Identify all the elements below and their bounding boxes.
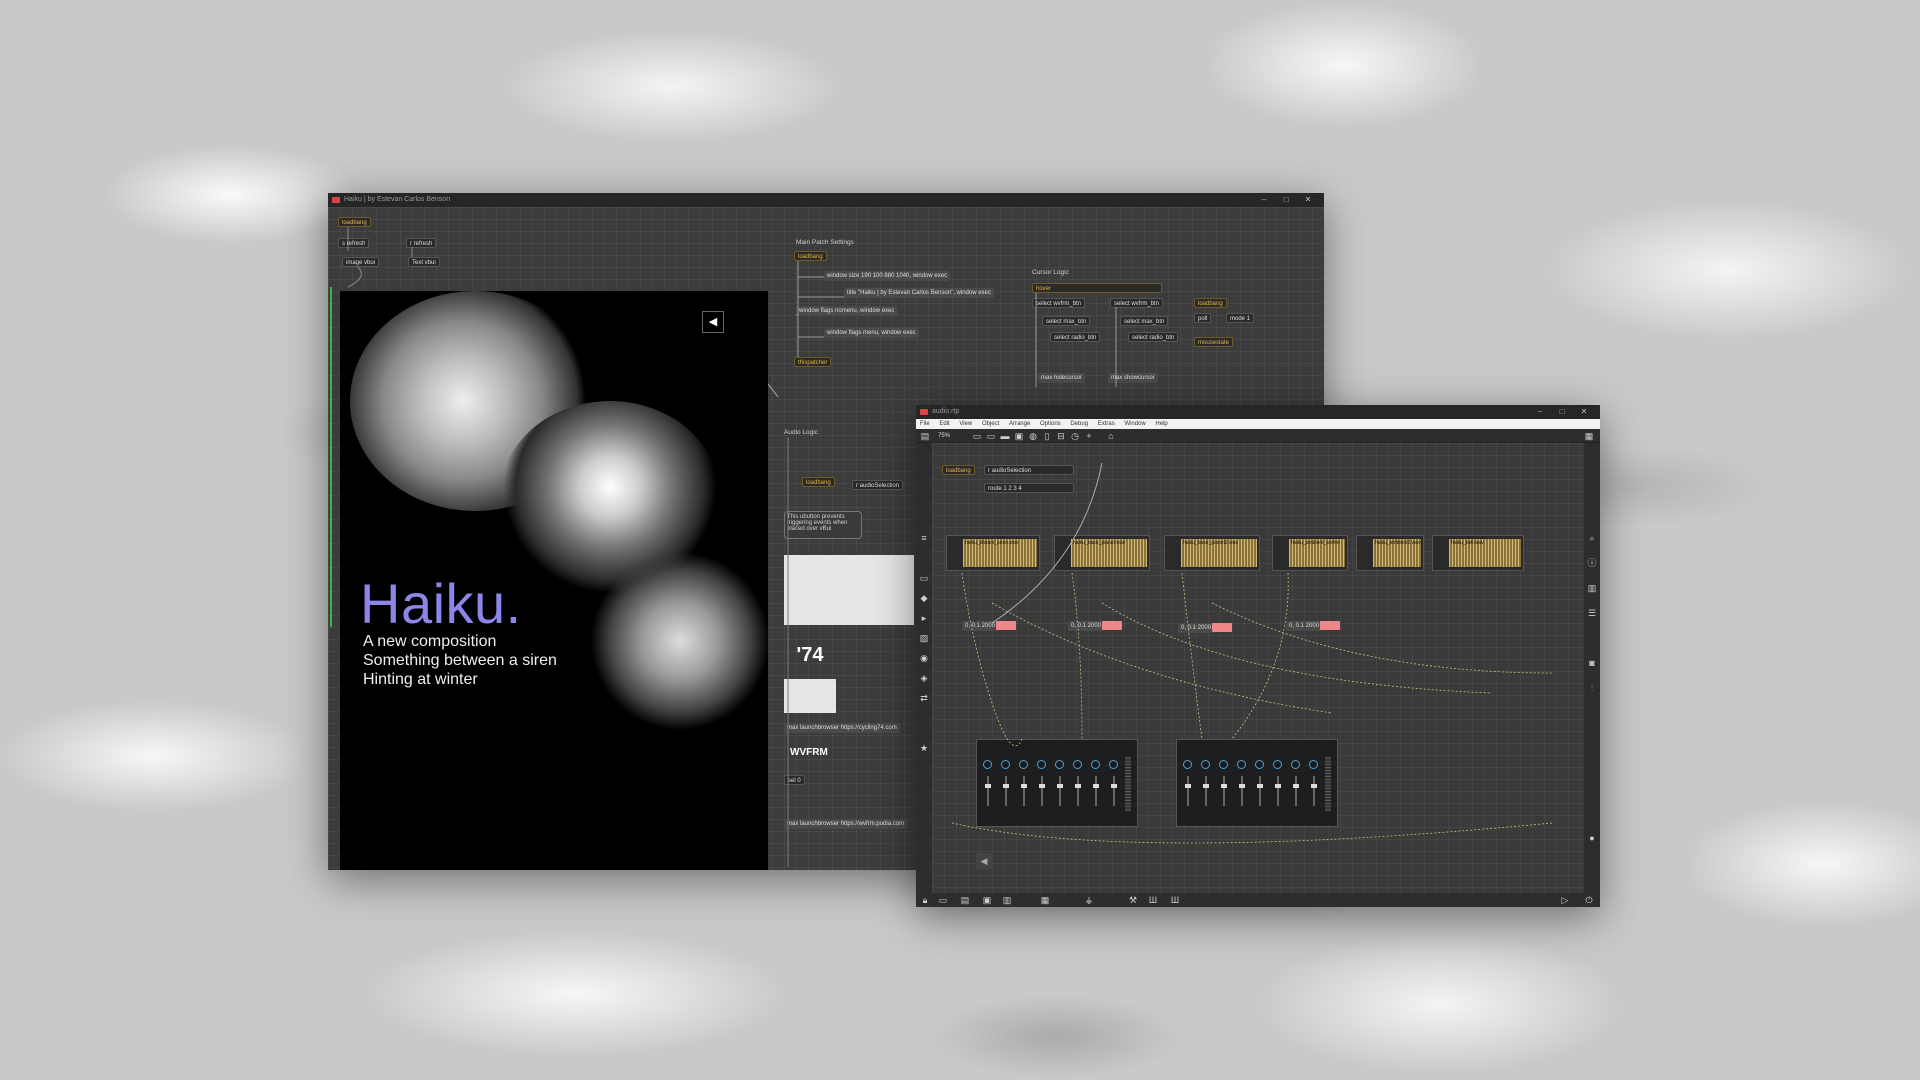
max-logo-icon — [920, 409, 928, 415]
menu-debug[interactable]: Debug — [1066, 419, 1092, 429]
bottom-icon-2[interactable]: ▣ — [982, 895, 992, 905]
toolbar-icon-1[interactable]: ▭ — [972, 431, 982, 441]
minimize-icon[interactable]: – — [1256, 193, 1272, 207]
menu-window[interactable]: Window — [1120, 419, 1149, 429]
close-icon[interactable]: ✕ — [1300, 193, 1316, 207]
bottom-icon-7[interactable]: Ш — [1170, 895, 1180, 905]
bottom-icon-6[interactable]: Ш — [1148, 895, 1158, 905]
menu-options[interactable]: Options — [1036, 419, 1065, 429]
menu-help[interactable]: Help — [1151, 419, 1171, 429]
star-icon[interactable]: ★ — [919, 743, 929, 753]
audio-toolbar: ▤ 75% ▭ ▭ ▬ ▣ ◍ ▯ ⊟ ◷ + ⌂ ▦ — [916, 429, 1600, 443]
toolbar-icon-8[interactable]: ◷ — [1070, 431, 1080, 441]
audio-patcher-canvas[interactable]: loadbang r audioSelection route 1 2 3 4 … — [932, 443, 1584, 893]
audio-patch-cords — [951, 462, 1553, 844]
haiku-line-1: A new composition — [363, 633, 497, 650]
power-icon[interactable]: ⏻ — [1584, 895, 1594, 905]
audio-bottom-bar: 🔒︎ ▭ ▤ ▣ ▥ ▦ ⚶ ⚒ Ш Ш ▷ ⏻ — [916, 893, 1600, 907]
toolbar-icon-9[interactable]: ⌂ — [1106, 431, 1116, 441]
main-window-title: Haiku | by Estevan Carlos Benson — [344, 196, 451, 203]
wrench-icon[interactable]: ⚒ — [1128, 895, 1138, 905]
close-icon[interactable]: ✕ — [1576, 405, 1592, 419]
bottom-icon-3[interactable]: ▥ — [1002, 895, 1012, 905]
sidebar-icon-8[interactable]: ⇄ — [919, 693, 929, 703]
sidebar-icon-5[interactable]: ▧ — [919, 633, 929, 643]
bottom-icon-4[interactable]: ▦ — [1040, 895, 1050, 905]
search-icon[interactable]: ⌕ — [1587, 533, 1597, 543]
menu-object[interactable]: Object — [978, 419, 1003, 429]
maximize-icon[interactable]: □ — [1554, 405, 1570, 419]
toolbar-icon-3[interactable]: ▬ — [1000, 431, 1010, 441]
info-icon[interactable]: ⓘ — [1587, 558, 1597, 568]
presentation-icon[interactable]: ▭ — [938, 895, 948, 905]
mixer-icon[interactable]: ⫶ — [1587, 683, 1597, 693]
speaker-icon[interactable]: ◀ — [702, 311, 724, 333]
menu-extras[interactable]: Extras — [1094, 419, 1119, 429]
audio-window-title: audio.rtp — [932, 408, 960, 415]
minimize-icon[interactable]: – — [1532, 405, 1548, 419]
zoom-level[interactable]: 75% — [938, 431, 950, 441]
haiku-title: Haiku. — [360, 572, 522, 635]
list-icon[interactable]: ☰ — [1587, 608, 1597, 618]
sidebar-icon-3[interactable]: ◆ — [919, 593, 929, 603]
play-icon[interactable]: ▷ — [1560, 895, 1570, 905]
max-logo-icon — [332, 197, 340, 203]
flower-image-3 — [590, 551, 770, 731]
lock-icon[interactable]: 🔒︎ — [920, 895, 930, 905]
bottom-icon-1[interactable]: ▤ — [960, 895, 970, 905]
audio-title-bar: audio.rtp – □ ✕ — [916, 405, 1600, 419]
menu-file[interactable]: File — [916, 419, 934, 429]
sidebar-toggle-icon[interactable]: ▤ — [920, 431, 930, 441]
sidebar-icon-2[interactable]: ▭ — [919, 573, 929, 583]
grid-icon[interactable]: ▦ — [1584, 431, 1594, 441]
audio-patcher-window: audio.rtp – □ ✕ File Edit View Object Ar… — [916, 405, 1600, 907]
right-sidebar: ⌕ ⓘ ▥ ☰ ◙ ⫶ ● — [1584, 443, 1600, 893]
add-icon[interactable]: + — [1084, 431, 1094, 441]
haiku-line-3: Hinting at winter — [363, 671, 478, 688]
toolbar-icon-7[interactable]: ⊟ — [1056, 431, 1066, 441]
layout-icon[interactable]: ▥ — [1587, 583, 1597, 593]
haiku-line-2: Something between a siren — [363, 652, 557, 669]
toolbar-icon-4[interactable]: ▣ — [1014, 431, 1024, 441]
left-sidebar: ≡ ▭ ◆ ▸ ▧ ◉ ◈ ⇄ ★ — [916, 443, 932, 893]
maximize-icon[interactable]: □ — [1278, 193, 1294, 207]
camera-icon[interactable]: ◙ — [1587, 658, 1597, 668]
menu-view[interactable]: View — [955, 419, 976, 429]
menu-edit[interactable]: Edit — [935, 419, 953, 429]
sidebar-icon-7[interactable]: ◈ — [919, 673, 929, 683]
record-icon[interactable]: ● — [1587, 833, 1597, 843]
bottom-icon-5[interactable]: ⚶ — [1084, 895, 1094, 905]
toolbar-icon-2[interactable]: ▭ — [986, 431, 996, 441]
sidebar-icon-4[interactable]: ▸ — [919, 613, 929, 623]
sidebar-icon-1[interactable]: ≡ — [919, 533, 929, 543]
main-title-bar: Haiku | by Estevan Carlos Benson – □ ✕ — [328, 193, 1324, 207]
toolbar-icon-5[interactable]: ◍ — [1028, 431, 1038, 441]
sidebar-icon-6[interactable]: ◉ — [919, 653, 929, 663]
menu-arrange[interactable]: Arrange — [1005, 419, 1034, 429]
toolbar-icon-6[interactable]: ▯ — [1042, 431, 1052, 441]
audio-menu-bar: File Edit View Object Arrange Options De… — [916, 419, 1600, 429]
